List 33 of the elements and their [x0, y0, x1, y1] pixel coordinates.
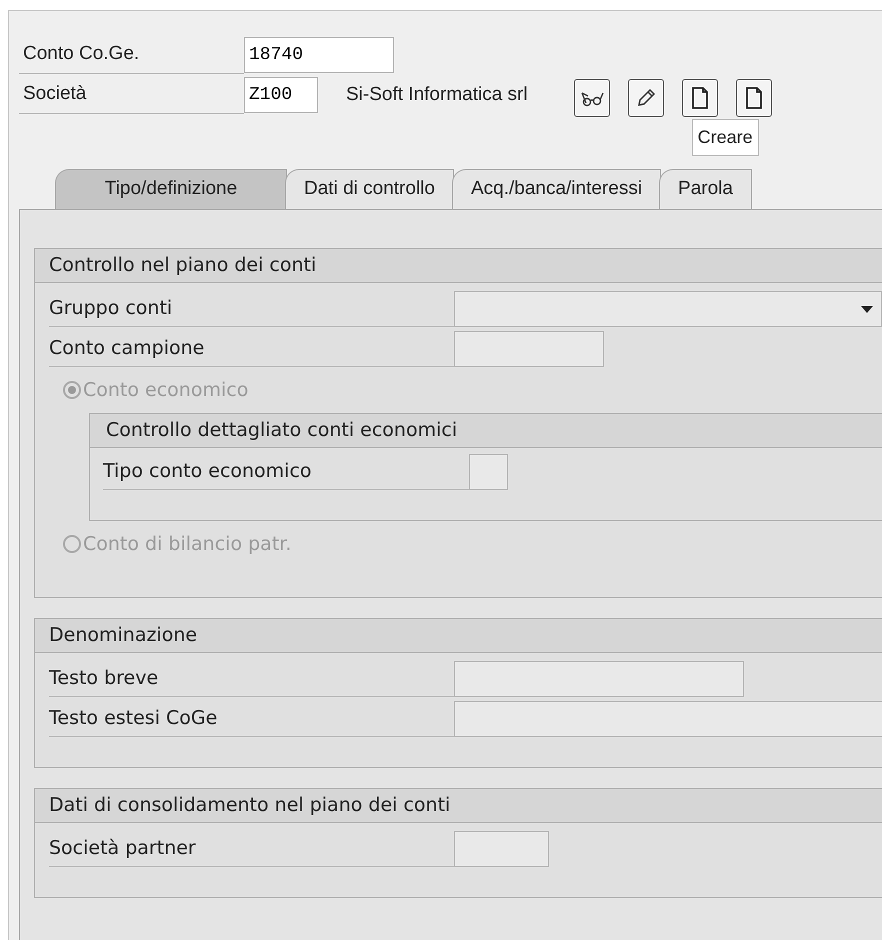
dropdown-arrow-icon: [861, 306, 873, 312]
input-field[interactable]: 18740: [244, 37, 394, 73]
toolbar-button[interactable]: [736, 79, 772, 117]
document-icon: [690, 86, 709, 110]
input-field[interactable]: [454, 331, 604, 367]
company-name: Si-Soft Informatica srl: [346, 82, 528, 107]
input-field[interactable]: [469, 454, 508, 490]
field-label: Gruppo conti: [49, 291, 454, 327]
field-label: Testo estesi CoGe: [49, 701, 454, 737]
field-label: Tipo conto economico: [103, 454, 469, 490]
field-label: Conto campione: [49, 331, 454, 367]
input-field[interactable]: [454, 831, 549, 867]
tab[interactable]: Tipo/definizione: [55, 169, 287, 209]
section-title: Controllo nel piano dei conti: [35, 249, 882, 283]
radio-label: Conto di bilancio patr.: [83, 532, 292, 557]
tab[interactable]: Dati di controllo: [285, 169, 454, 209]
input-field[interactable]: [454, 701, 882, 737]
field-label: Società partner: [49, 831, 454, 867]
group-title: Controllo dettagliato conti economici: [90, 414, 882, 448]
toolbar-button[interactable]: [628, 79, 664, 117]
document-icon: [744, 86, 763, 110]
section-title: Dati di consolidamento nel piano dei conti: [35, 789, 882, 823]
input-field[interactable]: Z100: [244, 77, 318, 113]
tab[interactable]: Acq./banca/interessi: [452, 169, 662, 209]
tab[interactable]: Parola: [659, 169, 752, 209]
input-field[interactable]: [454, 661, 744, 697]
section-title: Denominazione: [35, 619, 882, 653]
radio-label: Conto economico: [83, 378, 248, 403]
dropdown-field[interactable]: [454, 291, 882, 327]
tooltip: Creare: [692, 119, 759, 156]
toolbar-button[interactable]: [574, 79, 610, 117]
field-label: Testo breve: [49, 661, 454, 697]
toolbar-button[interactable]: [682, 79, 718, 117]
